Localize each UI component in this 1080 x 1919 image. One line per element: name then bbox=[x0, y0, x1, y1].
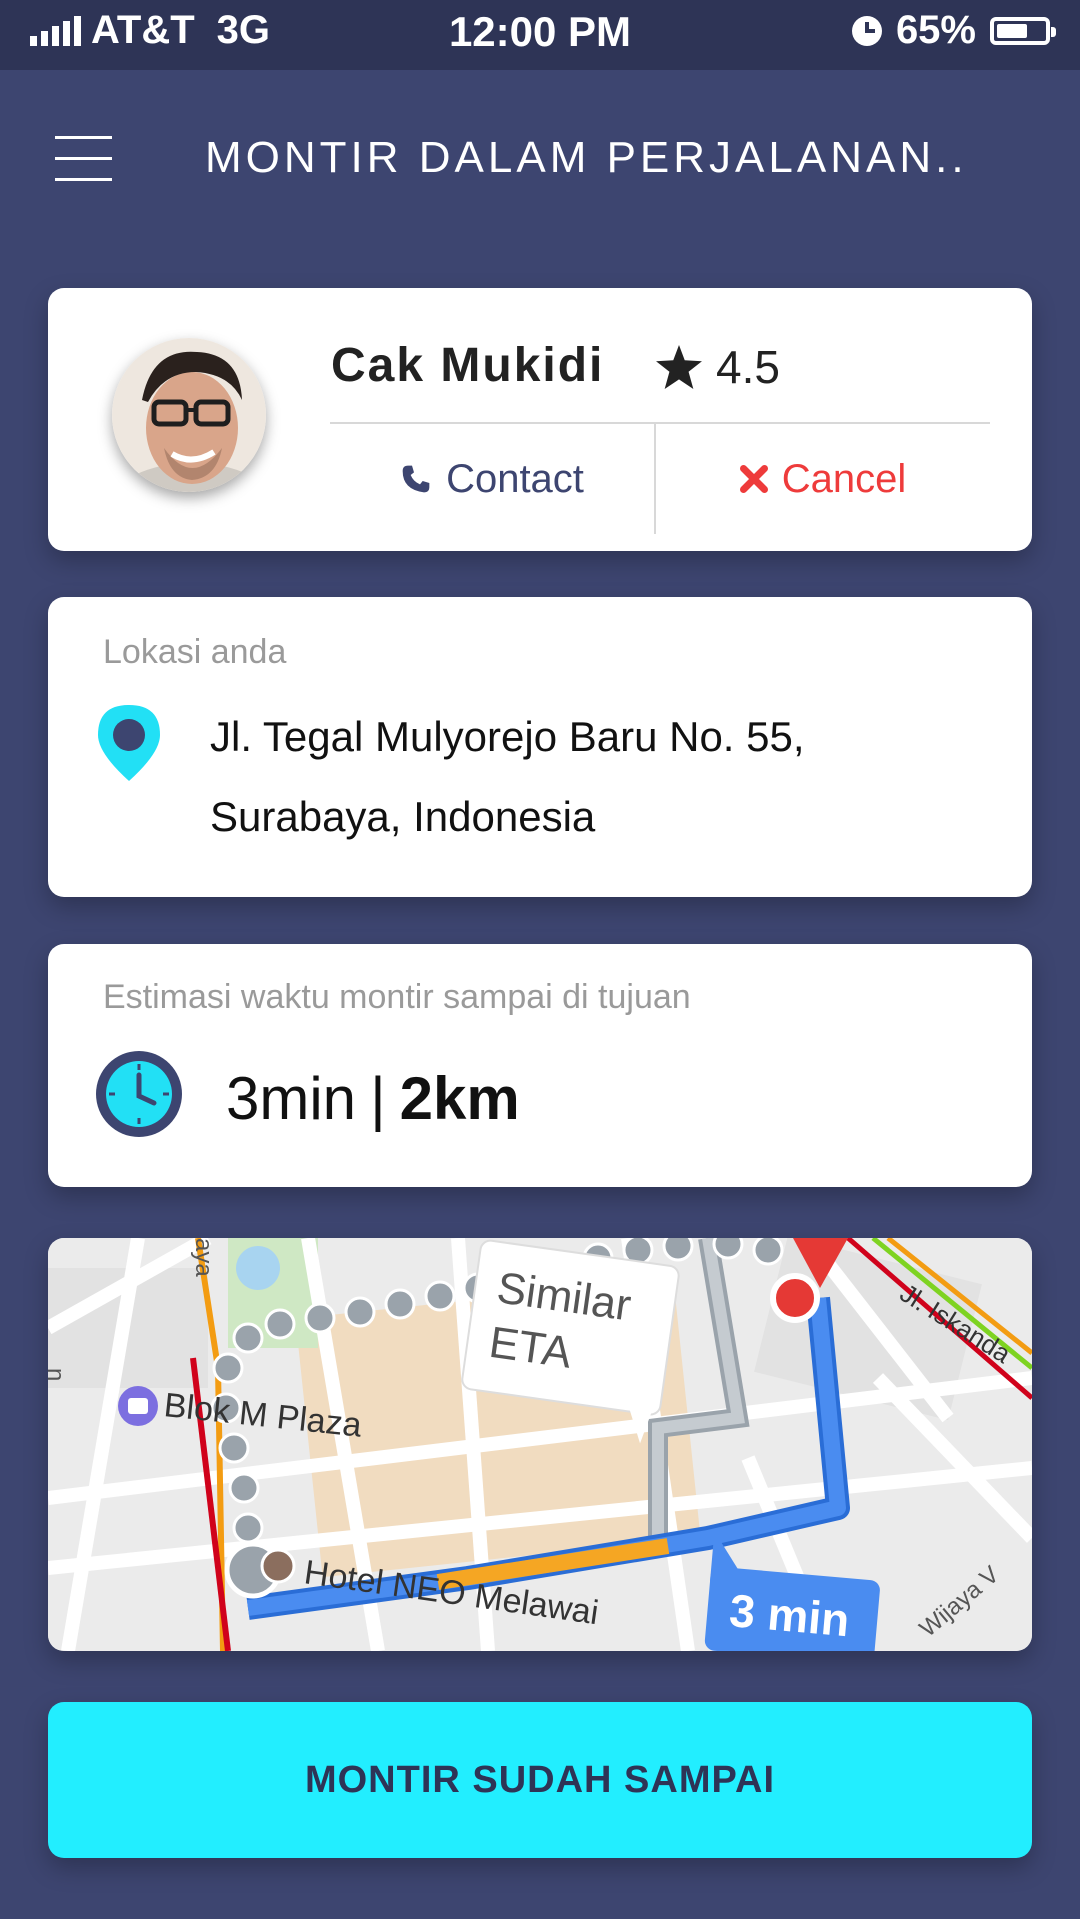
address-line1: Jl. Tegal Mulyorejo Baru No. 55, bbox=[210, 713, 805, 760]
battery-fill bbox=[997, 23, 1027, 38]
driver-name: Cak Mukidi bbox=[331, 339, 605, 392]
close-icon bbox=[739, 465, 768, 493]
map-label-street4: n bbox=[48, 1368, 69, 1381]
eta-distance: 2km bbox=[399, 1065, 520, 1132]
location-pin-icon bbox=[98, 705, 160, 781]
alarm-clock-icon bbox=[851, 15, 882, 46]
driver-card: Cak Mukidi 4.5 Contact Cancel bbox=[48, 288, 1032, 551]
cancel-label: Cancel bbox=[781, 456, 907, 501]
location-card: Lokasi anda Jl. Tegal Mulyorejo Baru No.… bbox=[48, 597, 1032, 897]
contact-button[interactable]: Contact bbox=[330, 424, 654, 534]
status-right: 65% bbox=[851, 8, 1056, 53]
clock-icon bbox=[96, 1051, 182, 1137]
driver-rating: 4.5 bbox=[656, 340, 780, 394]
address-line2: Surabaya, Indonesia bbox=[210, 793, 596, 840]
star-icon bbox=[656, 345, 702, 389]
rating-value: 4.5 bbox=[716, 341, 780, 393]
location-label: Lokasi anda bbox=[103, 633, 287, 671]
destination-pin-icon bbox=[770, 1273, 820, 1323]
route-time-label: 3 min bbox=[727, 1584, 851, 1646]
eta-time: 3min bbox=[226, 1065, 357, 1132]
eta-label: Estimasi waktu montir sampai di tujuan bbox=[103, 978, 691, 1016]
arrived-button[interactable]: MONTIR SUDAH SAMPAI bbox=[48, 1702, 1032, 1858]
cancel-button[interactable]: Cancel bbox=[656, 424, 990, 534]
route-map[interactable]: Blok M Plaza Hotel NEO Melawai Jl. Iskan… bbox=[48, 1238, 1032, 1651]
battery-percent: 65% bbox=[895, 8, 976, 52]
hotel-icon bbox=[260, 1548, 296, 1584]
address: Jl. Tegal Mulyorejo Baru No. 55, Surabay… bbox=[210, 697, 990, 857]
page-title: MONTIR DALAM PERJALANAN.. bbox=[205, 133, 968, 182]
eta-value: 3min | 2km bbox=[226, 1064, 520, 1133]
phone-icon bbox=[402, 465, 430, 493]
map-label-street3: aya bbox=[190, 1238, 217, 1277]
eta-separator: | bbox=[370, 1065, 386, 1132]
avatar bbox=[112, 338, 266, 492]
battery-icon bbox=[990, 16, 1056, 45]
status-bar: AT&T 3G 12:00 PM 65% bbox=[0, 0, 1080, 70]
eta-card: Estimasi waktu montir sampai di tujuan 3… bbox=[48, 944, 1032, 1187]
map-canvas[interactable]: Blok M Plaza Hotel NEO Melawai Jl. Iskan… bbox=[48, 1238, 1032, 1651]
hamburger-menu-icon[interactable] bbox=[55, 136, 112, 182]
contact-label: Contact bbox=[446, 456, 584, 501]
